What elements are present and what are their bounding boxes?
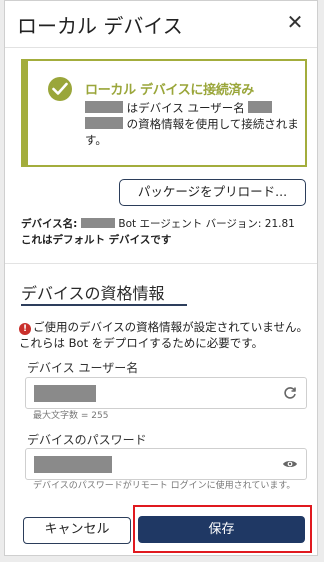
password-field[interactable] [25,448,307,480]
default-device-text: これはデフォルト デバイスです [21,234,172,246]
warning-icon: ! [19,323,31,335]
username-hint: 最大文字数 = 255 [33,411,109,421]
device-info: デバイス名: Bot エージェント バージョン: 21.81 これはデフォルト … [21,216,313,248]
refresh-icon[interactable] [282,385,298,401]
section-divider [5,263,317,264]
device-name-label: デバイス名: [21,218,82,230]
agent-version-text: Bot エージェント バージョン: 21.81 [115,218,295,230]
redacted-username-value [34,385,96,402]
close-icon[interactable]: ✕ [283,10,307,34]
local-device-dialog: ローカル デバイス ✕ ローカル デバイスに接続済み はデバイス ユーザー名 の… [4,0,318,556]
username-label: デバイス ユーザー名 [27,361,139,375]
redacted-username-cont [85,117,123,129]
credentials-section-title: デバイスの資格情報 [21,284,165,303]
check-circle-icon [48,77,72,101]
redacted-password-value [34,456,112,473]
connection-status-box: ローカル デバイスに接続済み はデバイス ユーザー名 の資格情報を使用して接続さ… [21,59,307,167]
cancel-button[interactable]: キャンセル [23,517,131,544]
dialog-title: ローカル デバイス [17,14,183,38]
eye-icon[interactable] [282,456,298,472]
password-label: デバイスのパスワード [27,433,147,447]
redacted-username [248,101,273,113]
connection-status-text: はデバイス ユーザー名 の資格情報を使用して接続されます。 [85,101,299,147]
connection-status-title: ローカル デバイスに接続済み [85,83,254,98]
redacted-device-name [81,218,116,228]
redacted-device-name [85,101,123,113]
password-hint: デバイスのパスワードがリモート ログインに使用されています。 [33,481,296,491]
username-field[interactable] [25,377,307,409]
section-title-underline [21,304,187,306]
preload-packages-button[interactable]: パッケージをプリロード... [119,179,306,206]
dialog-header: ローカル デバイス ✕ [5,1,317,48]
save-button[interactable]: 保存 [138,516,305,543]
credentials-warning: ! ご使用のデバイスの資格情報が設定されていません。これらは Bot をデプロイす… [19,319,311,351]
warning-text: ご使用のデバイスの資格情報が設定されていません。これらは Bot をデプロイする… [19,320,308,350]
